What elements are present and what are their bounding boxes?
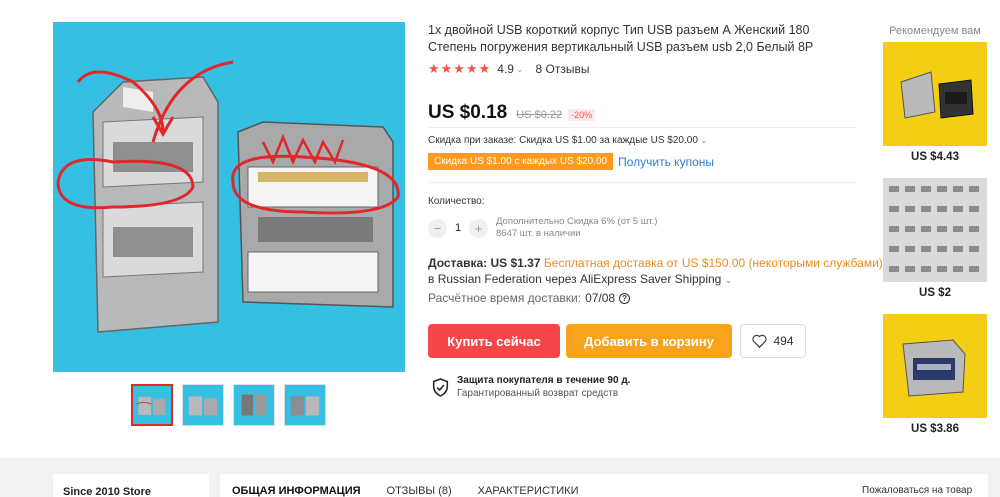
chevron-down-icon[interactable]: ⌄ [725, 275, 733, 285]
quantity-value[interactable]: 1 [447, 222, 469, 234]
recommended-price: US $4.43 [911, 151, 959, 163]
recommended-image[interactable] [883, 178, 987, 282]
tab-specs[interactable]: ХАРАКТЕРИСТИКИ [478, 485, 579, 497]
coupon-chip[interactable]: Скидка US $1.00 с каждых US $20.00 [428, 153, 614, 170]
recommended-price: US $2 [919, 287, 951, 299]
tab-reviews[interactable]: ОТЗЫВЫ (8) [387, 485, 452, 497]
main-product-image[interactable] [53, 22, 405, 372]
qty-discount-text: Дополнительно Скидка 6% (от 5 шт.) [496, 216, 658, 227]
rating-stars: ★★★★★ [428, 61, 492, 76]
protection-title: Защита покупателя в течение 90 д. [457, 375, 631, 386]
chevron-down-icon[interactable]: ⌄ [701, 136, 708, 145]
wishlist-count: 494 [773, 334, 794, 348]
delivery-row: Доставка: US $1.37 Бесплатная доставка о… [428, 256, 883, 270]
recommended-item[interactable]: US $4.43 [883, 42, 987, 163]
coupon-row: Скидка US $1.00 с каждых US $20.00 Получ… [428, 153, 714, 170]
quantity-stepper: − 1 + Дополнительно Скидка 6% (от 5 шт.)… [428, 216, 657, 240]
order-discount-text: Скидка при заказе: Скидка US $1.00 за ка… [428, 135, 698, 146]
recommended-item[interactable]: US $2 [883, 178, 987, 299]
quantity-info: Дополнительно Скидка 6% (от 5 шт.) 8647 … [496, 216, 657, 240]
recommended-item[interactable]: US $3.86 [883, 314, 987, 435]
thumbnail-2[interactable] [182, 384, 224, 426]
free-delivery-text: Бесплатная доставка от US $150.00 (некот… [543, 256, 883, 270]
help-icon[interactable]: ? [619, 292, 631, 304]
rating-row: ★★★★★ 4.9 ⌄ 8 Отзывы [428, 61, 589, 77]
buyer-protection: Защита покупателя в течение 90 д. Гарант… [432, 374, 630, 400]
plus-button[interactable]: + [469, 218, 488, 238]
chevron-down-icon[interactable]: ⌄ [516, 64, 524, 75]
order-discount[interactable]: Скидка при заказе: Скидка US $1.00 за ка… [428, 135, 707, 146]
delivery-time-value: 07/08 [585, 291, 616, 305]
thumbnail-3[interactable] [233, 384, 275, 426]
protection-subtitle: Гарантированный возврат средств [457, 388, 619, 399]
delivery-time-label: Расчётное время доставки: [428, 291, 582, 305]
wishlist-button[interactable]: 494 [740, 324, 806, 358]
delivery-price: US $1.37 [490, 256, 541, 270]
delivery-method-text: в Russian Federation через AliExpress Sa… [428, 272, 722, 286]
delivery-time-row: Расчётное время доставки: 07/08 ? [428, 291, 631, 305]
rating-score[interactable]: 4.9 [497, 62, 514, 76]
divider [428, 127, 856, 128]
buy-now-button[interactable]: Купить сейчас [428, 324, 560, 358]
quantity-label: Количество: [428, 196, 485, 207]
heart-icon [752, 334, 768, 348]
minus-button[interactable]: − [428, 218, 447, 238]
thumbnail-1[interactable] [131, 384, 173, 426]
thumbnail-4[interactable] [284, 384, 326, 426]
current-price: US $0.18 [428, 102, 508, 123]
add-to-cart-button[interactable]: Добавить в корзину [566, 324, 732, 358]
get-coupons-link[interactable]: Получить купоны [618, 155, 714, 169]
recommended-price: US $3.86 [911, 423, 959, 435]
tab-general-info[interactable]: ОБЩАЯ ИНФОРМАЦИЯ [232, 485, 361, 497]
recommended-title: Рекомендуем вам [889, 25, 981, 37]
product-title: 1x двойной USB короткий корпус Тип USB р… [428, 23, 814, 54]
delivery-method[interactable]: в Russian Federation через AliExpress Sa… [428, 272, 732, 286]
stock-text: 8647 шт. в наличии [496, 228, 581, 239]
discount-badge: -20% [568, 109, 596, 121]
report-item-link[interactable]: Пожаловаться на товар [862, 485, 972, 496]
divider [428, 182, 856, 183]
reviews-link[interactable]: 8 Отзывы [536, 62, 590, 76]
recommended-image[interactable] [883, 314, 987, 418]
delivery-label: Доставка: [428, 256, 488, 270]
price-row: US $0.18 US $0.22 -20% [428, 102, 596, 124]
recommended-image[interactable] [883, 42, 987, 146]
thumbnail-strip [131, 384, 326, 426]
old-price: US $0.22 [516, 109, 563, 121]
store-name[interactable]: Since 2010 Store [53, 474, 209, 497]
shield-check-icon [432, 377, 449, 397]
